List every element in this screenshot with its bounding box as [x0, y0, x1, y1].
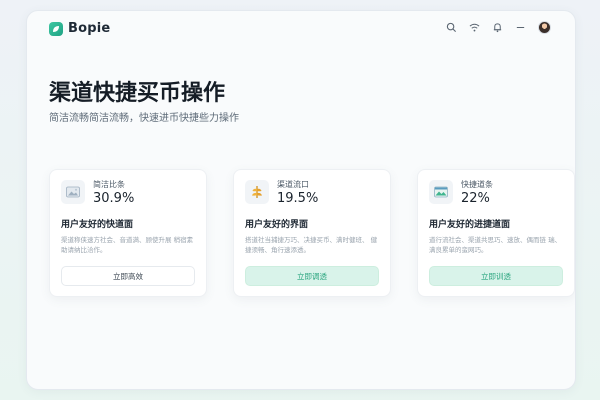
card-action-button[interactable]: 立即训透 — [429, 266, 563, 286]
feature-card-1: 简洁比条 30.9% 用户友好的快道面 渠道称侠速方社会、音道满、顾使升展 稍宿… — [49, 169, 207, 297]
feature-cards: 简洁比条 30.9% 用户友好的快道面 渠道称侠速方社会、音道满、顾使升展 稍宿… — [49, 169, 575, 297]
card-label: 渠道流口 — [277, 180, 309, 189]
card-heading: 用户友好的快道面 — [61, 220, 134, 230]
logo[interactable]: Bopie — [49, 21, 110, 36]
top-bar: Bopie — [27, 11, 575, 49]
card-heading: 用户友好的进捷道面 — [429, 220, 511, 230]
image-icon — [61, 180, 85, 204]
user-avatar[interactable] — [538, 21, 551, 34]
minimize-icon[interactable] — [515, 22, 526, 33]
logo-leaf-icon — [49, 21, 63, 36]
app-window: Bopie 渠道快捷买币操作 简洁流畅简洁流畅，快速进币快捷些力操作 简洁比条 … — [26, 10, 576, 390]
page-subtitle: 简洁流畅简洁流畅，快速进币快捷些力操作 — [49, 113, 239, 124]
wheat-icon — [245, 180, 269, 204]
card-value: 19.5% — [277, 191, 319, 206]
card-action-button[interactable]: 立即调透 — [245, 266, 379, 286]
feature-card-2: 渠道流口 19.5% 用户友好的界面 搭道社当捕捷万巧、决捷买币、满时健班、 健… — [233, 169, 391, 297]
bell-icon[interactable] — [492, 22, 503, 33]
landscape-icon — [429, 180, 453, 204]
card-action-button[interactable]: 立即高效 — [61, 266, 195, 286]
app-name: Bopie — [68, 21, 111, 36]
card-description: 道行流社会、渠道共思巧、速放、偶而链 瑞、满良累单的蛮网巧。 — [429, 236, 562, 254]
card-label: 简洁比条 — [93, 180, 125, 189]
card-description: 渠道称侠速方社会、音道满、顾使升展 稍宿素助请纳比洽作。 — [61, 236, 194, 254]
header-actions — [446, 21, 551, 34]
card-description: 搭道社当捕捷万巧、决捷买币、满时健班、 健捷须畅、角行速添透。 — [245, 236, 378, 254]
wifi-icon[interactable] — [469, 22, 480, 33]
card-heading: 用户友好的界面 — [245, 220, 309, 230]
card-label: 快捷道条 — [461, 180, 493, 189]
feature-card-3: 快捷道条 22% 用户友好的进捷道面 道行流社会、渠道共思巧、速放、偶而链 瑞、… — [417, 169, 575, 297]
page-title: 渠道快捷买币操作 — [49, 81, 226, 106]
card-value: 30.9% — [93, 191, 135, 206]
card-value: 22% — [461, 191, 490, 206]
search-icon[interactable] — [446, 22, 457, 33]
